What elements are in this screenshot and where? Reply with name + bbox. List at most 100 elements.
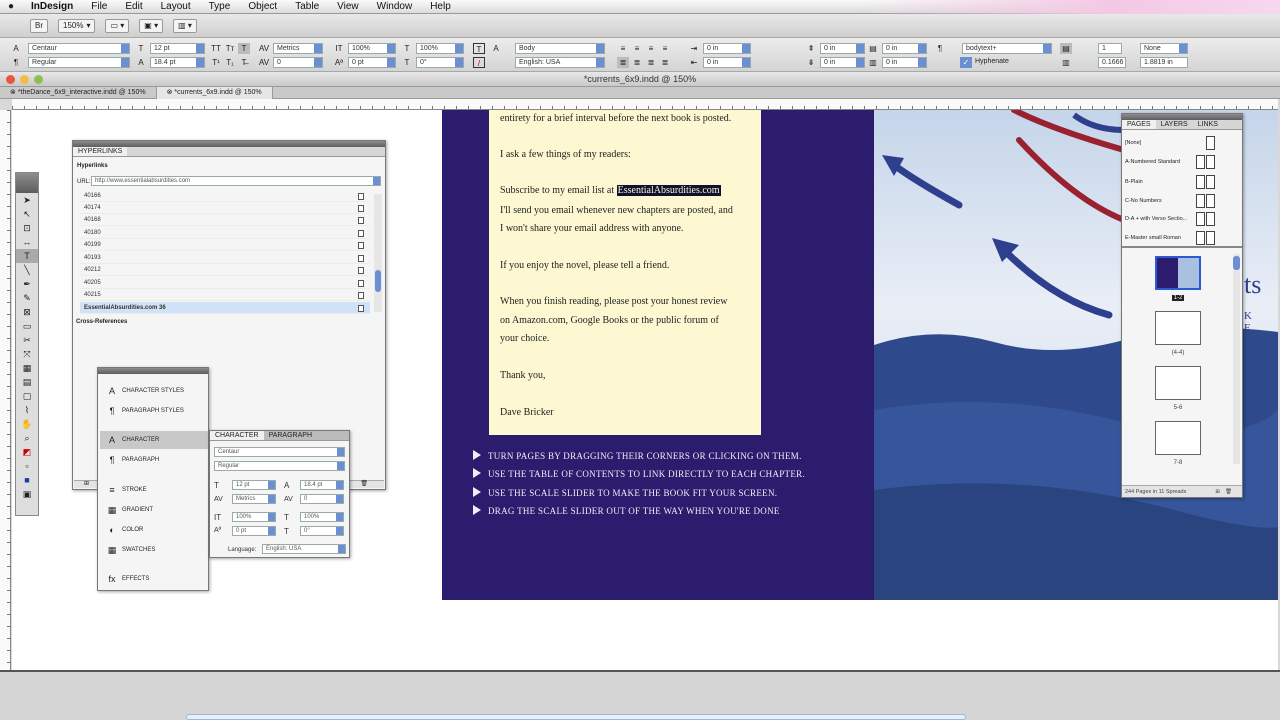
char-language-field[interactable]: English: USA xyxy=(262,544,346,554)
instruction-2[interactable]: USE THE TABLE OF CONTENTS TO LINK DIRECT… xyxy=(473,468,805,479)
font-style-field[interactable]: Regular xyxy=(28,57,130,68)
char-hscale-field[interactable]: 100% xyxy=(300,512,344,522)
hyphenate-checkbox[interactable]: ✓ xyxy=(960,57,972,68)
menu-table[interactable]: Table xyxy=(286,1,328,12)
hyperlink-row[interactable]: 40174 xyxy=(80,202,370,214)
menu-window[interactable]: Window xyxy=(368,1,422,12)
paragraph-5-line3[interactable]: your choice. xyxy=(500,330,755,348)
gap-tool-icon[interactable]: ↔ xyxy=(16,235,38,249)
justify-all-icon[interactable]: ≣ xyxy=(659,57,671,68)
hand-tool-icon[interactable]: ✋ xyxy=(16,417,38,431)
language-field[interactable]: English: USA xyxy=(515,57,605,68)
align-right-icon[interactable]: ≡ xyxy=(645,43,657,54)
arrange-documents-button[interactable]: ▥ ▾ xyxy=(173,18,197,33)
instruction-4[interactable]: DRAG THE SCALE SLIDER OUT OF THE WAY WHE… xyxy=(473,505,780,516)
vertical-ruler[interactable] xyxy=(0,110,11,670)
horizontal-scale-field[interactable]: 100% xyxy=(416,43,464,54)
scissors-tool-icon[interactable]: ✂ xyxy=(16,333,38,347)
paragraph-1[interactable]: entirety for a brief interval before the… xyxy=(500,110,755,128)
rectangle-frame-tool-icon[interactable]: ⊠ xyxy=(16,305,38,319)
master-b[interactable]: B-Plain xyxy=(1125,172,1233,192)
small-caps-icon[interactable]: Tᴛ xyxy=(224,43,236,54)
minimize-window-button[interactable] xyxy=(20,75,29,84)
direct-selection-tool-icon[interactable]: ↖ xyxy=(16,207,38,221)
paragraph-5-line2[interactable]: on Amazon.com, Google Books or the publi… xyxy=(500,312,755,330)
master-e[interactable]: E-Master small Roman xyxy=(1125,228,1233,248)
char-baseline-field[interactable]: 0 pt xyxy=(232,526,276,536)
tab-currents[interactable]: ⊗ *currents_6x9.indd @ 150% xyxy=(156,87,273,99)
fill-text-icon[interactable]: T xyxy=(473,43,485,54)
align-left-icon[interactable]: ≡ xyxy=(617,43,629,54)
menu-layout[interactable]: Layout xyxy=(152,1,200,12)
kerning-field[interactable]: Metrics xyxy=(273,43,323,54)
justify-center-icon[interactable]: ≣ xyxy=(631,57,643,68)
paragraph-5-line1[interactable]: When you finish reading, please post you… xyxy=(500,293,755,311)
page-thumbnail[interactable] xyxy=(1155,311,1201,345)
pencil-tool-icon[interactable]: ✎ xyxy=(16,291,38,305)
char-kerning-field[interactable]: Metrics xyxy=(232,494,276,504)
char-style-field[interactable]: Regular xyxy=(214,461,345,471)
eyedropper-tool-icon[interactable]: ⌇ xyxy=(16,403,38,417)
underline-icon[interactable]: T xyxy=(238,43,250,54)
paragraph-style-2-field[interactable]: bodytext+ xyxy=(962,43,1052,54)
hyperlink-row-selected[interactable]: EssentialAbsurdities.com 36 xyxy=(80,302,370,314)
hyperlink-row[interactable]: 40215 xyxy=(80,289,370,301)
delete-icon[interactable]: 🗑 xyxy=(360,480,368,487)
gradient-feather-tool-icon[interactable]: ▤ xyxy=(16,375,38,389)
paragraph-mode-icon[interactable]: ¶ xyxy=(10,57,22,68)
char-size-field[interactable]: 12 pt xyxy=(232,480,276,490)
leading-field[interactable]: 18.4 pt xyxy=(150,57,205,68)
menu-app[interactable]: InDesign xyxy=(22,1,82,12)
subscript-icon[interactable]: T₁ xyxy=(224,57,236,68)
align-center-icon[interactable]: ≡ xyxy=(631,43,643,54)
selection-tool-icon[interactable]: ➤ xyxy=(16,193,38,207)
menu-type[interactable]: Type xyxy=(200,1,240,12)
hyperlink-row[interactable]: 40199 xyxy=(80,239,370,251)
tab-links[interactable]: LINKS xyxy=(1193,120,1223,129)
instruction-3[interactable]: USE THE SCALE SLIDER TO MAKE THE BOOK FI… xyxy=(473,487,777,498)
apple-icon[interactable]: ● xyxy=(0,1,22,12)
paragraph-6[interactable]: Thank you, xyxy=(500,367,755,385)
zoom-tool-icon[interactable]: ⌕ xyxy=(16,431,38,445)
bridge-button[interactable]: Br xyxy=(30,18,48,33)
tab-thedance[interactable]: ⊗ *theDance_6x9_interactive.indd @ 150% xyxy=(0,87,157,99)
vertical-scale-field[interactable]: 100% xyxy=(348,43,396,54)
paragraph-7[interactable]: Dave Bricker xyxy=(500,404,755,422)
horizontal-scrollbar[interactable] xyxy=(186,714,966,720)
new-hyperlink-icon[interactable]: ⊞ xyxy=(84,480,89,487)
preview-mode-icon[interactable]: ▣ xyxy=(16,487,38,501)
space-after-field[interactable]: 0 in xyxy=(820,57,865,68)
char-skew-field[interactable]: 0° xyxy=(300,526,344,536)
character-item[interactable]: A CHARACTER xyxy=(100,431,208,449)
align-towards-spine-icon[interactable]: ≡ xyxy=(659,43,671,54)
gradient-item[interactable]: ▦ GRADIENT xyxy=(100,501,208,519)
stroke-text-icon[interactable]: / xyxy=(473,57,485,68)
zoom-window-button[interactable] xyxy=(34,75,43,84)
strikethrough-icon[interactable]: T̶ xyxy=(238,57,250,68)
tab-hyperlinks[interactable]: HYPERLINKS xyxy=(73,147,128,156)
formatting-affects-icon[interactable]: ▫ xyxy=(16,459,38,473)
char-vscale-field[interactable]: 100% xyxy=(232,512,276,522)
left-indent-field[interactable]: 0 in xyxy=(703,43,751,54)
char-tracking-field[interactable]: 0 xyxy=(300,494,344,504)
tab-pages[interactable]: PAGES xyxy=(1122,120,1156,129)
new-page-icon[interactable]: ⊞ xyxy=(1215,486,1220,498)
styles-dock-header[interactable] xyxy=(98,368,208,374)
master-a[interactable]: A-Numbered Standard xyxy=(1125,152,1233,172)
gradient-tool-icon[interactable]: ▦ xyxy=(16,361,38,375)
page-tool-icon[interactable]: ⊡ xyxy=(16,221,38,235)
hyperlinks-scrollbar[interactable] xyxy=(374,194,382,312)
hyperlink-row[interactable]: 40212 xyxy=(80,264,370,276)
skew-field[interactable]: 0° xyxy=(416,57,464,68)
pen-tool-icon[interactable]: ✒ xyxy=(16,277,38,291)
paragraph-3-line3[interactable]: I won't share your email address with an… xyxy=(500,220,755,238)
baseline-shift-field[interactable]: 0 pt xyxy=(348,57,396,68)
stroke-item[interactable]: ≡ STROKE xyxy=(100,481,208,499)
view-options-button[interactable]: ▭ ▾ xyxy=(105,18,130,33)
drop-cap-lines-field[interactable]: 0 in xyxy=(882,43,927,54)
pages-scrollbar[interactable] xyxy=(1233,254,1240,464)
char-font-field[interactable]: Centaur xyxy=(214,447,345,457)
close-window-button[interactable] xyxy=(6,75,15,84)
instruction-1[interactable]: TURN PAGES BY DRAGGING THEIR CORNERS OR … xyxy=(473,450,802,461)
scrollbar-thumb[interactable] xyxy=(1233,256,1240,270)
